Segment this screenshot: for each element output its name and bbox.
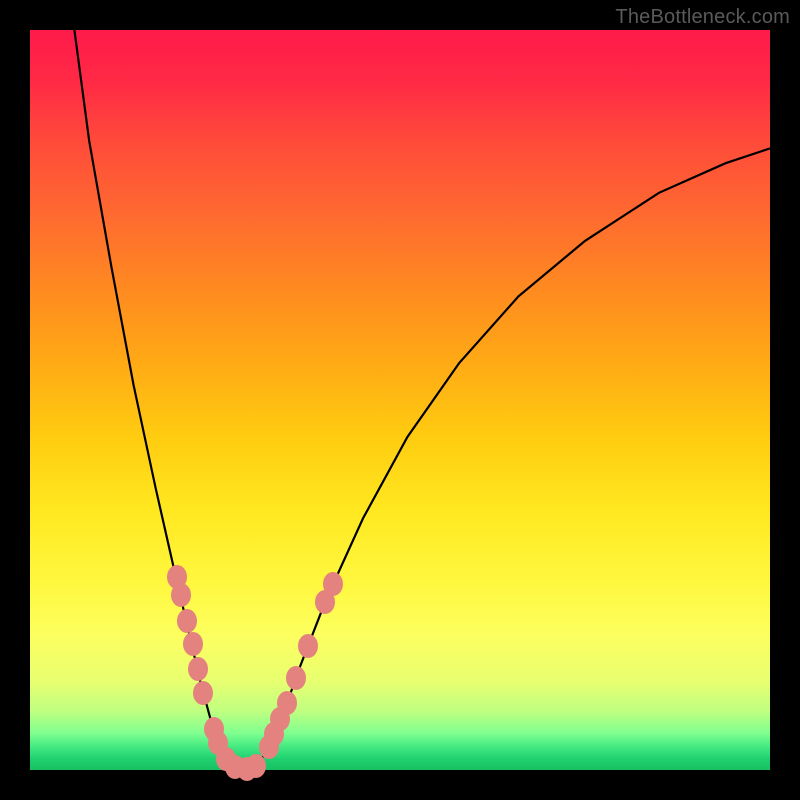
data-point [188,657,208,681]
data-point [298,634,318,658]
data-point [246,754,266,778]
data-point [286,666,306,690]
data-point [323,572,343,596]
watermark-text: TheBottleneck.com [615,6,790,29]
curve-svg [30,30,770,770]
data-point [171,583,191,607]
data-point [183,632,203,656]
plot-area [30,30,770,770]
data-point [277,691,297,715]
bottleneck-curve [74,30,770,770]
data-point [193,681,213,705]
chart-container: TheBottleneck.com [0,0,800,800]
data-point [177,609,197,633]
